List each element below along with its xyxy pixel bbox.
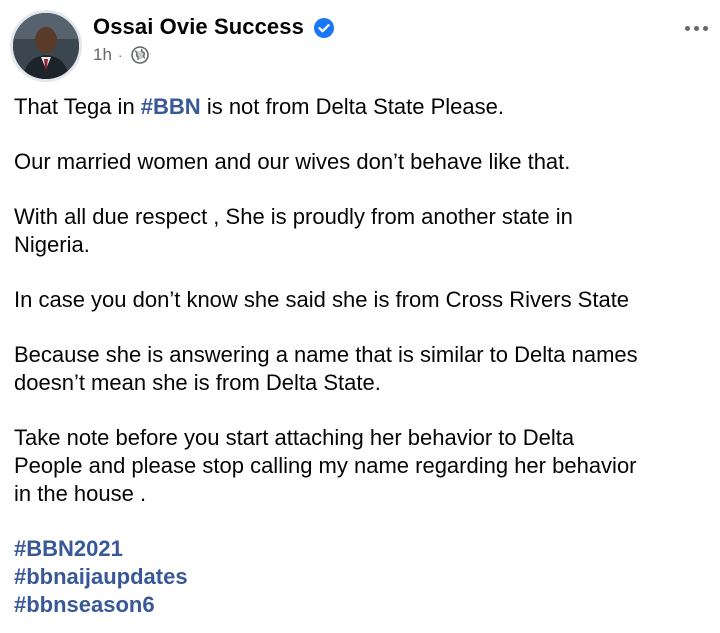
facebook-post: Ossai Ovie Success 1h · That Tega in #BB… — [0, 0, 720, 633]
hashtag-bbn[interactable]: #BBN — [141, 94, 201, 119]
paragraph-1: That Tega in #BBN is not from Delta Stat… — [14, 94, 504, 119]
author-avatar[interactable] — [10, 10, 82, 82]
paragraph-6: Take note before you start attaching her… — [14, 425, 637, 506]
more-options-icon[interactable] — [685, 26, 708, 31]
meta-separator: · — [117, 47, 123, 63]
paragraph-5: Because she is answering a name that is … — [14, 342, 638, 395]
hashtag-bbn2021[interactable]: #BBN2021 — [14, 535, 710, 563]
post-timestamp[interactable]: 1h — [93, 45, 112, 65]
globe-icon[interactable] — [130, 46, 149, 64]
hashtag-list: #BBN2021 #bbnaijaupdates #bbnseason6 — [14, 535, 710, 619]
post-body: That Tega in #BBN is not from Delta Stat… — [14, 93, 710, 619]
paragraph-2: Our married women and our wives don’t be… — [14, 149, 571, 174]
hashtag-bbnseason6[interactable]: #bbnseason6 — [14, 591, 710, 619]
hashtag-bbnaijaupdates[interactable]: #bbnaijaupdates — [14, 563, 710, 591]
verified-badge-icon — [314, 18, 334, 38]
post-meta: 1h · — [93, 45, 149, 65]
paragraph-4: In case you don’t know she said she is f… — [14, 287, 630, 312]
paragraph-3: With all due respect , She is proudly fr… — [14, 204, 573, 257]
author-name[interactable]: Ossai Ovie Success — [93, 14, 304, 40]
